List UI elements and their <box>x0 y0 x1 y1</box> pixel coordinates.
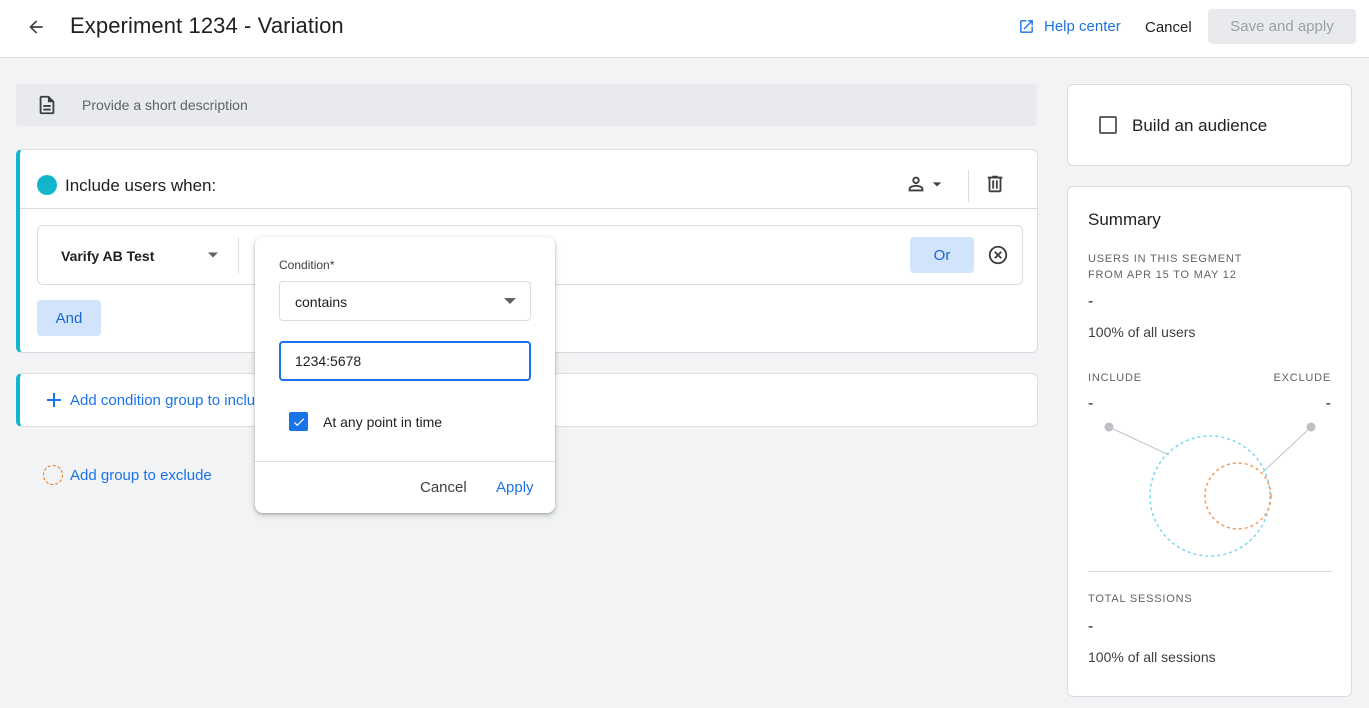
trash-icon <box>987 175 1003 193</box>
exclude-pointer-line <box>1262 426 1312 473</box>
any-point-in-time-label: At any point in time <box>323 413 443 430</box>
condition-value-input[interactable] <box>279 341 531 381</box>
help-center-link[interactable]: Help center <box>1018 18 1121 35</box>
sessions-percentage: 100% of all sessions <box>1088 649 1216 665</box>
any-point-in-time-toggle[interactable]: At any point in time <box>289 412 442 431</box>
back-button[interactable] <box>22 13 50 41</box>
caret-down-icon <box>504 298 516 304</box>
include-group-title: Include users when: <box>65 176 217 195</box>
help-center-label: Help center <box>1044 18 1121 35</box>
include-circle <box>1149 435 1271 557</box>
popup-apply-button[interactable]: Apply <box>496 479 534 496</box>
condition-label: Condition* <box>279 258 335 272</box>
divider <box>1088 571 1332 572</box>
add-include-group-label[interactable]: Add condition group to include <box>70 392 272 409</box>
condition-popup: Condition* contains At any point in time… <box>255 237 555 513</box>
caret-down-icon <box>932 182 942 187</box>
cancel-button[interactable]: Cancel <box>1145 19 1192 36</box>
add-exclude-group-link[interactable]: Add group to exclude <box>43 465 212 485</box>
segment-venn-diagram <box>1104 422 1316 557</box>
divider <box>238 237 239 273</box>
build-audience-checkbox[interactable] <box>1099 116 1117 134</box>
divider <box>20 208 1037 209</box>
condition-operator-value: contains <box>295 294 348 310</box>
build-audience-card: Build an audience <box>1067 84 1352 166</box>
or-button[interactable]: Or <box>910 237 974 273</box>
include-pointer-dot <box>1104 422 1114 432</box>
save-and-apply-button[interactable]: Save and apply <box>1208 9 1356 44</box>
exclude-dashed-circle-icon <box>43 465 63 485</box>
remove-condition-button[interactable] <box>987 244 1009 271</box>
condition-operator-select[interactable]: contains <box>279 281 531 321</box>
include-pointer-line <box>1108 426 1170 456</box>
exclude-circle <box>1204 462 1272 530</box>
open-in-new-icon <box>1020 20 1033 33</box>
check-icon <box>293 417 304 426</box>
scope-selector[interactable] <box>905 173 947 195</box>
page-title: Experiment 1234 - Variation <box>70 13 344 38</box>
any-point-in-time-checkbox[interactable] <box>289 412 308 431</box>
description-placeholder: Provide a short description <box>82 97 248 113</box>
close-circle-icon <box>988 245 1008 265</box>
popup-cancel-button[interactable]: Cancel <box>420 479 467 496</box>
delete-group-button[interactable] <box>984 173 1006 200</box>
build-audience-label: Build an audience <box>1132 116 1268 135</box>
top-bar: Experiment 1234 - Variation Help center … <box>0 0 1369 58</box>
caret-down-icon[interactable] <box>208 252 218 258</box>
document-icon <box>39 95 55 115</box>
include-color-dot <box>37 175 57 195</box>
total-sessions-value: - <box>1088 618 1094 635</box>
dimension-select[interactable]: Varify AB Test <box>61 248 154 264</box>
person-icon <box>908 176 924 192</box>
and-button[interactable]: And <box>37 300 101 336</box>
total-sessions-label: TOTAL SESSIONS <box>1088 593 1193 605</box>
summary-panel: Summary USERS IN THIS SEGMENT FROM APR 1… <box>1067 186 1352 697</box>
arrow-back-icon <box>29 20 43 34</box>
description-field[interactable]: Provide a short description <box>16 84 1037 126</box>
exclude-pointer-dot <box>1306 422 1316 432</box>
plus-icon <box>47 393 61 407</box>
add-exclude-group-label: Add group to exclude <box>70 466 212 484</box>
divider <box>968 170 969 202</box>
divider <box>255 461 555 462</box>
